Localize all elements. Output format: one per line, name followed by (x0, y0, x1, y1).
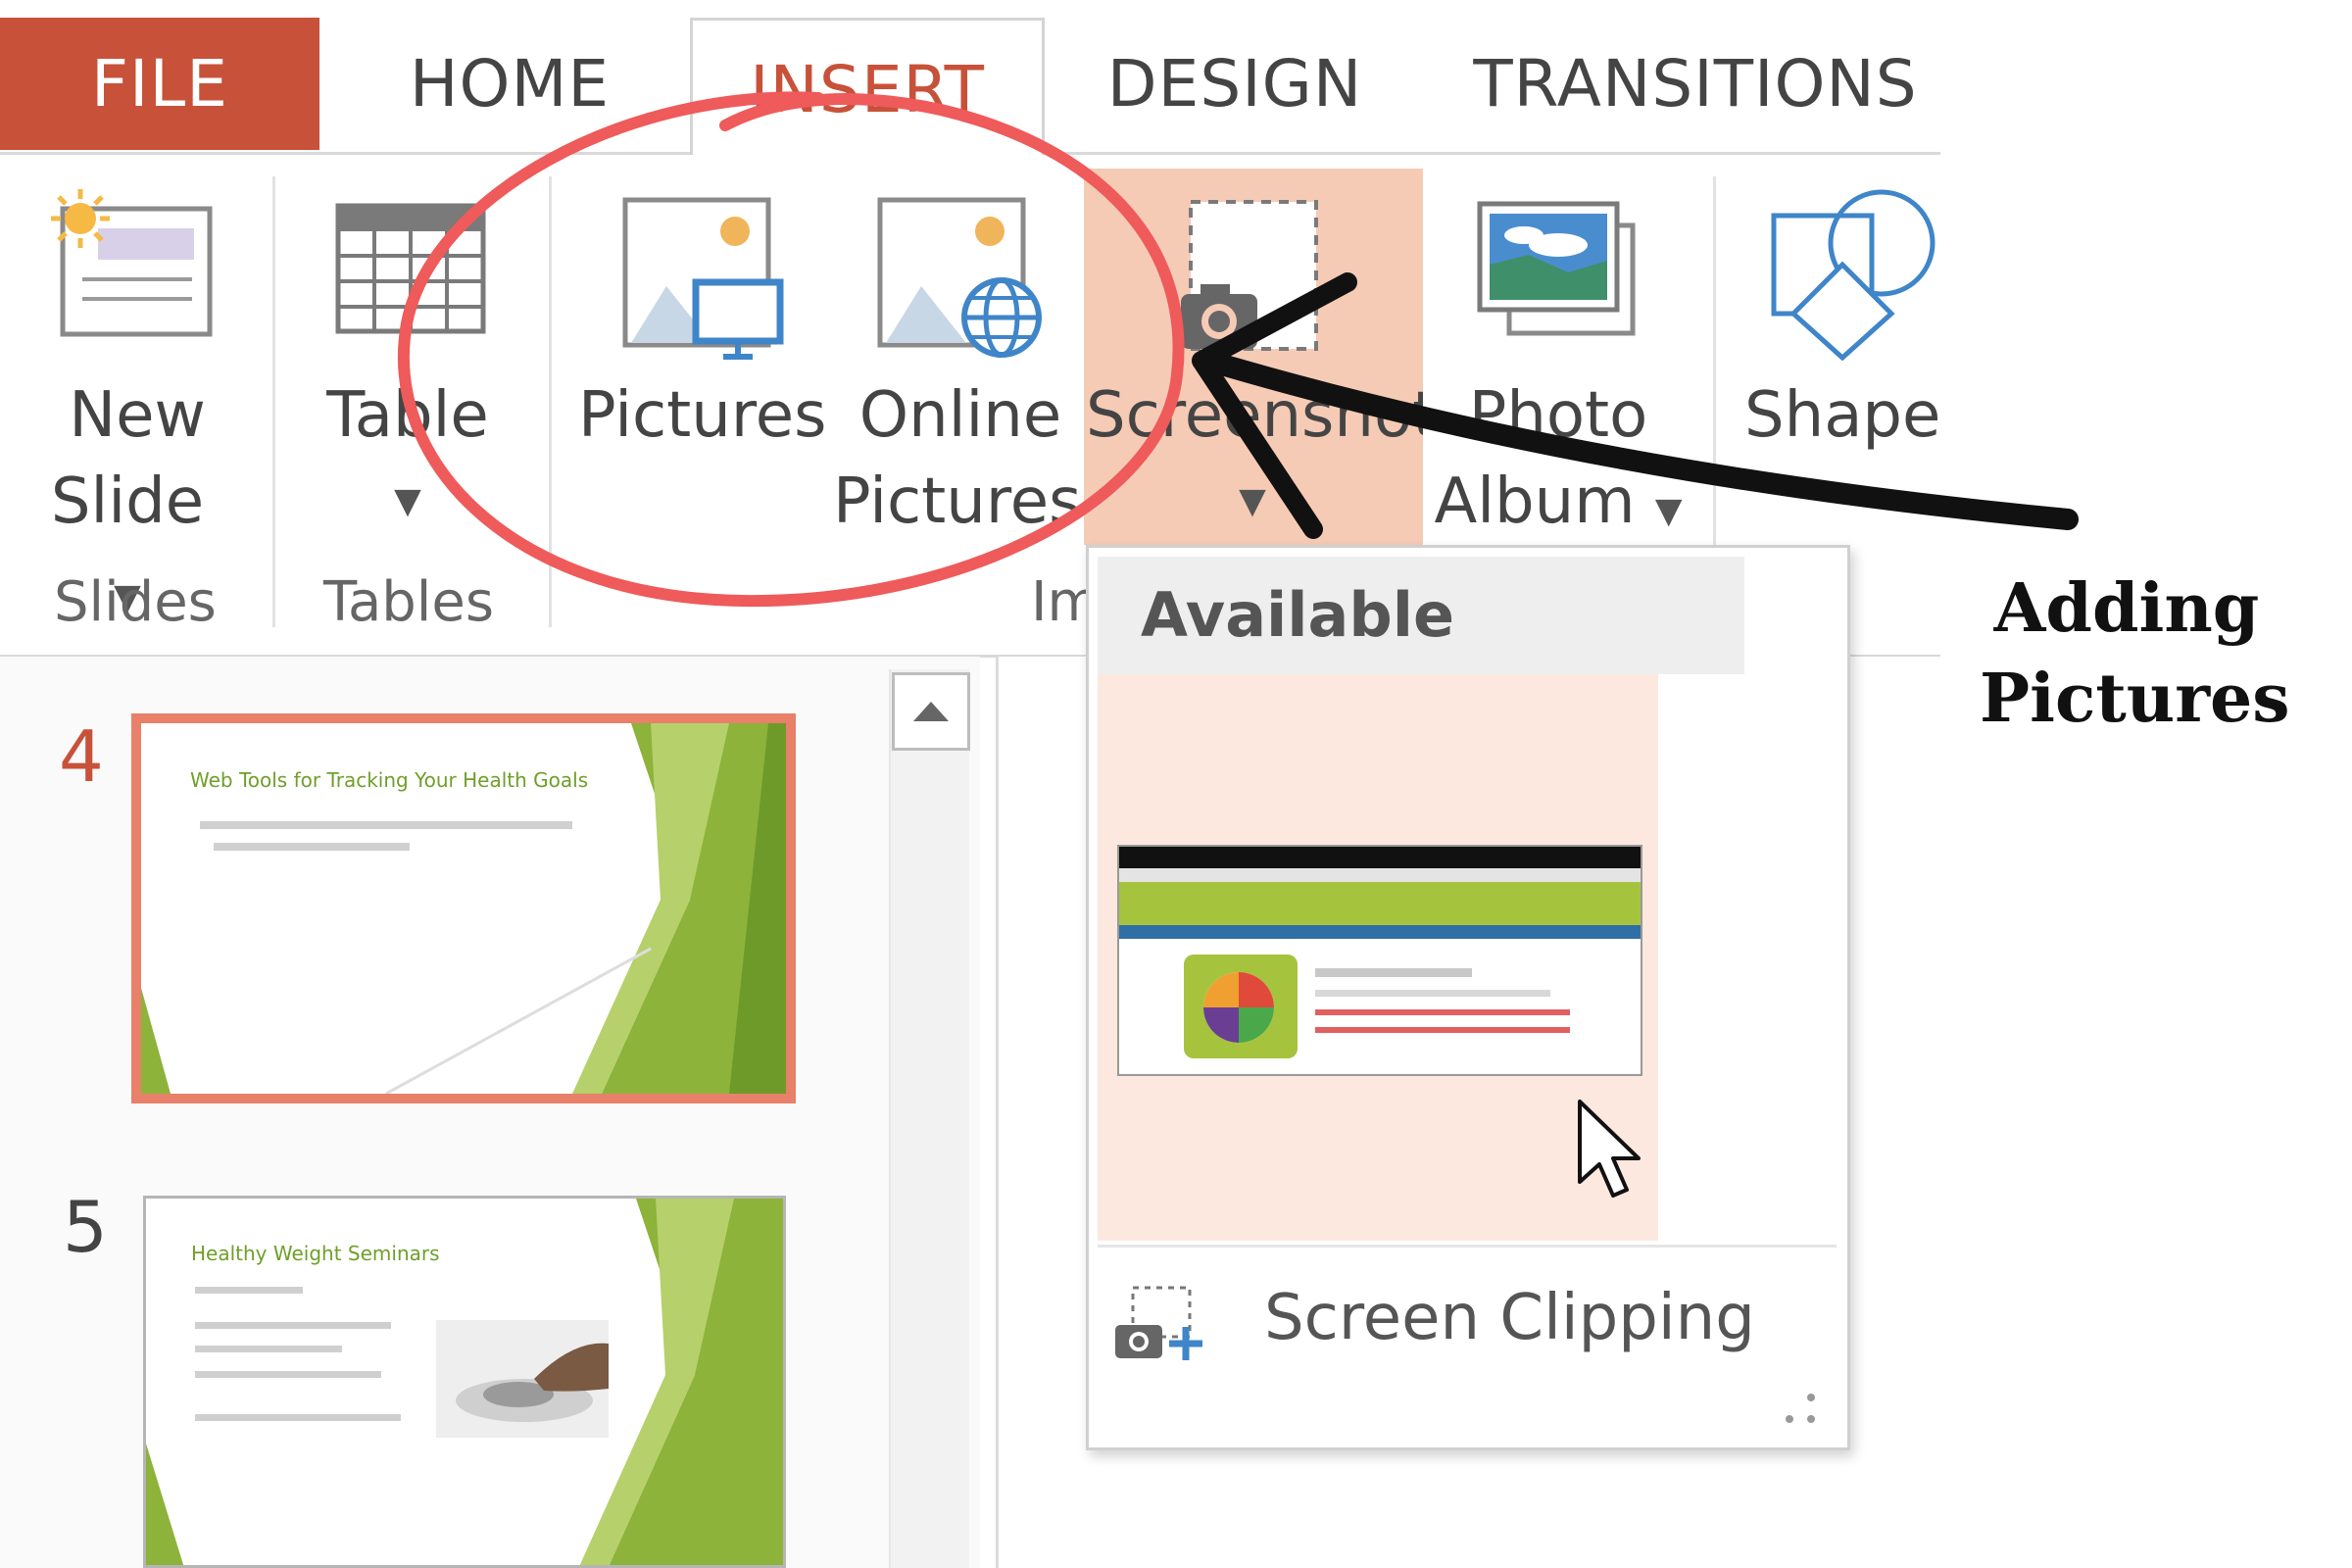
annotation-line-2: Pictures (1980, 660, 2290, 738)
arrow-head-icon (1192, 272, 1357, 539)
red-circle-annotation (397, 91, 1185, 607)
annotation-text: Adding Pictures (1980, 564, 2290, 744)
annotation-line-1: Adding (1993, 569, 2260, 648)
annotation-overlay (397, 91, 2079, 607)
black-arrow-annotation (1204, 352, 2079, 530)
